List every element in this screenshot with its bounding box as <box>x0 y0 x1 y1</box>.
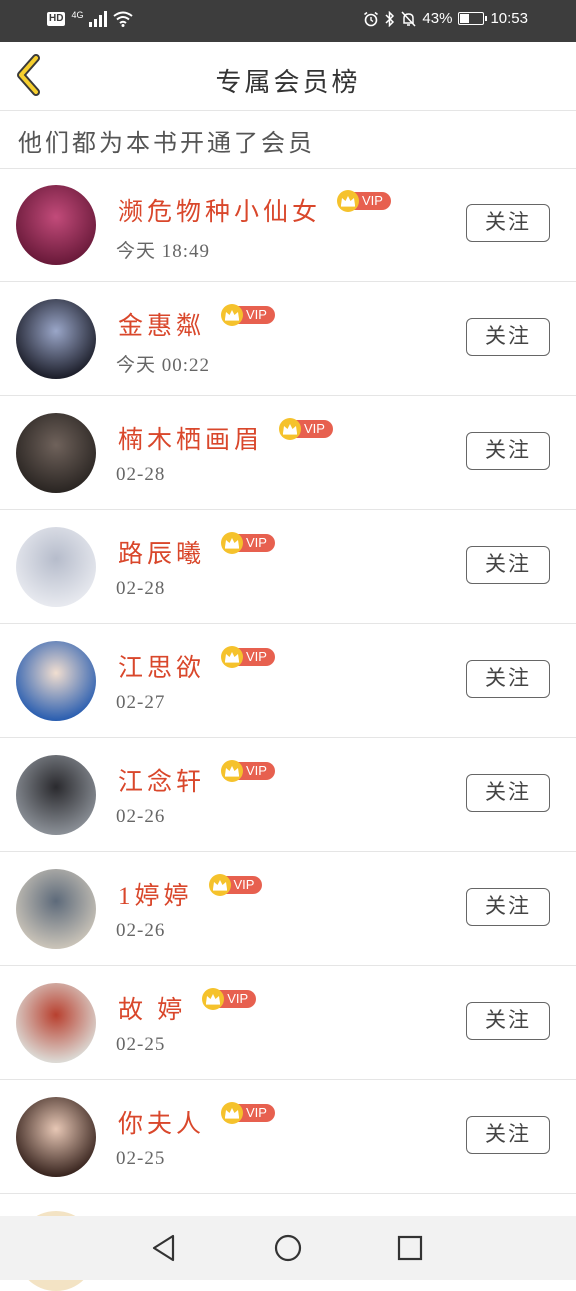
crown-icon <box>337 190 360 212</box>
member-row[interactable]: 楠木栖画眉 VIP 02-28 关注 <box>0 396 576 510</box>
app-header: 专属会员榜 <box>0 42 576 111</box>
member-name[interactable]: 1婷婷 VIP <box>118 874 263 912</box>
member-name[interactable]: 濒危物种小仙女 VIP <box>118 190 391 228</box>
member-row[interactable]: 江思欲 VIP 02-27 关注 <box>0 624 576 738</box>
subtitle-bar: 他们都为本书开通了会员 <box>0 111 576 169</box>
vip-badge: VIP <box>221 1102 275 1124</box>
nav-back-button[interactable] <box>148 1232 180 1264</box>
hd-badge: HD <box>47 12 66 26</box>
status-right: 43% 10:53 <box>363 10 528 27</box>
avatar[interactable] <box>16 641 96 721</box>
member-name-text: 1婷婷 <box>118 883 193 910</box>
signal-icon <box>89 11 108 27</box>
member-name-text: 江念轩 <box>118 769 206 796</box>
vip-badge: VIP <box>221 532 275 554</box>
follow-button[interactable]: 关注 <box>466 1002 550 1040</box>
avatar[interactable] <box>16 299 96 379</box>
member-time: 02-28 <box>116 464 166 485</box>
member-row[interactable]: 1婷婷 VIP 02-26 关注 <box>0 852 576 966</box>
network-label: 4G <box>71 9 84 20</box>
crown-icon <box>208 874 231 896</box>
member-row[interactable]: 金惠粼 VIP 今天 00:22 关注 <box>0 282 576 396</box>
page-title: 专属会员榜 <box>215 68 361 97</box>
follow-button[interactable]: 关注 <box>466 1116 550 1154</box>
circle-home-icon <box>274 1234 302 1262</box>
vip-badge: VIP <box>337 190 391 212</box>
member-time: 02-28 <box>116 578 166 599</box>
vip-badge: VIP <box>279 418 333 440</box>
crown-icon <box>221 304 244 326</box>
system-nav-bar <box>0 1216 576 1280</box>
status-bar: HD 4G 43% 10:53 <box>0 0 576 42</box>
status-left: HD 4G <box>47 9 134 27</box>
member-row[interactable]: 故 婷 VIP 02-25 关注 <box>0 966 576 1080</box>
member-row[interactable]: 你夫人 VIP 02-25 关注 <box>0 1080 576 1194</box>
member-time: 02-25 <box>116 1148 166 1169</box>
avatar[interactable] <box>16 185 96 265</box>
follow-button[interactable]: 关注 <box>466 204 550 242</box>
member-time: 02-27 <box>116 692 166 713</box>
avatar[interactable] <box>16 983 96 1063</box>
battery-icon <box>458 12 488 25</box>
member-list: 濒危物种小仙女 VIP 今天 18:49 关注 金惠粼 VIP 今天 00:22 关注 楠木栖画… <box>0 168 576 1291</box>
member-time: 今天 00:22 <box>116 355 211 376</box>
vip-badge: VIP <box>221 304 275 326</box>
follow-button[interactable]: 关注 <box>466 774 550 812</box>
avatar[interactable] <box>16 527 96 607</box>
subtitle-text: 他们都为本书开通了会员 <box>18 131 315 157</box>
member-name[interactable]: 故 婷 VIP <box>118 988 257 1026</box>
avatar[interactable] <box>16 413 96 493</box>
avatar[interactable] <box>16 869 96 949</box>
avatar[interactable] <box>16 755 96 835</box>
member-name-text: 濒危物种小仙女 <box>118 199 322 226</box>
vip-badge: VIP <box>208 874 263 896</box>
member-time: 今天 18:49 <box>116 241 211 262</box>
square-recents-icon <box>397 1235 423 1261</box>
member-name[interactable]: 江思欲 VIP <box>118 646 275 684</box>
member-name[interactable]: 你夫人 VIP <box>118 1102 275 1140</box>
follow-button[interactable]: 关注 <box>466 888 550 926</box>
member-name-text: 金惠粼 <box>118 313 206 340</box>
member-time: 02-25 <box>116 1034 166 1055</box>
follow-button[interactable]: 关注 <box>466 318 550 356</box>
member-name[interactable]: 金惠粼 VIP <box>118 304 275 342</box>
crown-icon <box>279 418 302 440</box>
vip-badge: VIP <box>221 760 275 782</box>
follow-button[interactable]: 关注 <box>466 660 550 698</box>
triangle-back-icon <box>152 1234 175 1262</box>
member-name[interactable]: 路辰曦 VIP <box>118 532 275 570</box>
member-name-text: 你夫人 <box>118 1111 206 1138</box>
alarm-icon <box>364 11 379 26</box>
avatar[interactable] <box>16 1097 96 1177</box>
nav-home-button[interactable] <box>272 1232 304 1264</box>
wifi-icon <box>113 11 134 27</box>
member-name-text: 楠木栖画眉 <box>118 427 264 454</box>
crown-icon <box>221 760 244 782</box>
clock: 10:53 <box>490 10 528 27</box>
follow-button[interactable]: 关注 <box>466 432 550 470</box>
crown-icon <box>221 1102 244 1124</box>
member-row[interactable]: 路辰曦 VIP 02-28 关注 <box>0 510 576 624</box>
vip-badge: VIP <box>221 646 275 668</box>
member-name[interactable]: 江念轩 VIP <box>118 760 275 798</box>
member-name-text: 江思欲 <box>118 655 206 682</box>
member-name[interactable]: 楠木栖画眉 VIP <box>118 418 333 456</box>
member-time: 02-26 <box>116 920 166 941</box>
nav-recents-button[interactable] <box>394 1232 426 1264</box>
crown-icon <box>221 532 244 554</box>
member-name-text: 路辰曦 <box>118 541 206 568</box>
member-row[interactable]: 江念轩 VIP 02-26 关注 <box>0 738 576 852</box>
member-time: 02-26 <box>116 806 166 827</box>
member-row[interactable]: 濒危物种小仙女 VIP 今天 18:49 关注 <box>0 168 576 282</box>
battery-percent: 43% <box>422 10 453 27</box>
bluetooth-icon <box>385 10 395 27</box>
mute-bell-icon <box>401 10 416 27</box>
crown-icon <box>221 646 244 668</box>
follow-button[interactable]: 关注 <box>466 546 550 584</box>
vip-badge: VIP <box>202 988 257 1010</box>
member-name-text: 故 婷 <box>118 997 187 1024</box>
